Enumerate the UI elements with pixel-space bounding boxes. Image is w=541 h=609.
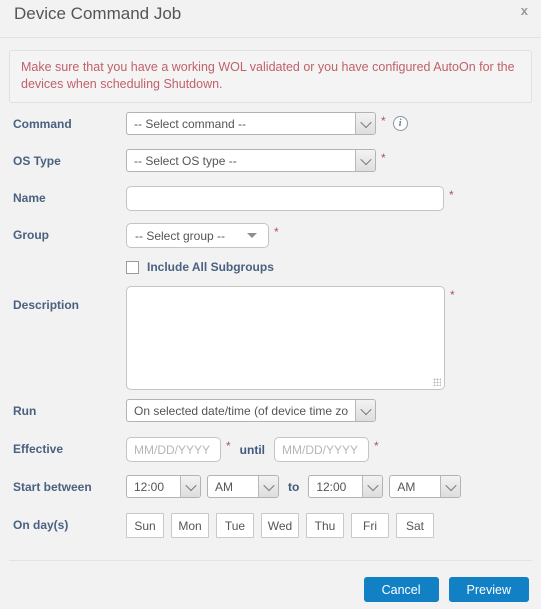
job-form: Command -- Select command -- * i OS Type… xyxy=(0,112,541,542)
group-select-value: -- Select group -- xyxy=(135,228,226,243)
command-required-marker: * xyxy=(381,114,386,128)
group-select[interactable]: -- Select group -- xyxy=(126,223,269,248)
form-row-run: Run On selected date/time (of device tim… xyxy=(0,399,541,428)
day-button-wed[interactable]: Wed xyxy=(261,513,299,538)
description-textarea[interactable] xyxy=(126,286,445,390)
form-row-include-subgroups: Include All Subgroups xyxy=(0,258,541,280)
form-row-description: Description * xyxy=(0,286,541,390)
effective-until-required-marker: * xyxy=(374,439,379,453)
day-button-sun[interactable]: Sun xyxy=(126,513,164,538)
os-type-select-value: -- Select OS type -- xyxy=(134,153,237,168)
start-meridiem-to-value: AM xyxy=(397,479,416,494)
to-label: to xyxy=(288,479,300,494)
chevron-down-icon xyxy=(355,400,375,421)
form-row-on-days: On day(s) Sun Mon Tue Wed Thu Fri Sat xyxy=(0,513,541,542)
start-time-from-select[interactable]: 12:00 xyxy=(126,475,201,498)
chevron-down-icon xyxy=(440,476,461,497)
until-label: until xyxy=(239,442,265,457)
dialog-footer: Cancel Preview xyxy=(363,577,529,602)
run-label: Run xyxy=(13,404,37,418)
include-all-subgroups-label: Include All Subgroups xyxy=(147,260,274,274)
day-button-thu[interactable]: Thu xyxy=(306,513,344,538)
form-row-start-between: Start between 12:00 AM to 12:00 AM xyxy=(0,475,541,504)
os-type-label: OS Type xyxy=(13,154,61,168)
day-button-sat[interactable]: Sat xyxy=(396,513,434,538)
description-label: Description xyxy=(13,298,80,312)
chevron-down-icon xyxy=(362,476,383,497)
close-icon[interactable]: x xyxy=(521,4,528,18)
preview-button[interactable]: Preview xyxy=(448,577,529,602)
name-required-marker: * xyxy=(449,188,454,202)
on-days-label: On day(s) xyxy=(13,518,69,532)
start-meridiem-to-select[interactable]: AM xyxy=(389,475,462,498)
dialog-header: Device Command Job x xyxy=(0,0,541,38)
name-input[interactable] xyxy=(126,186,444,211)
chevron-down-icon xyxy=(355,113,375,134)
command-select-value: -- Select command -- xyxy=(134,116,247,131)
name-label: Name xyxy=(13,191,46,205)
cancel-button[interactable]: Cancel xyxy=(363,577,439,602)
day-button-group: Sun Mon Tue Wed Thu Fri Sat xyxy=(126,513,541,538)
effective-label: Effective xyxy=(13,442,64,456)
start-meridiem-from-value: AM xyxy=(215,479,233,494)
run-select-value: On selected date/time (of device time zo xyxy=(134,403,349,418)
warning-message: Make sure that you have a working WOL va… xyxy=(9,50,532,103)
start-time-from-value: 12:00 xyxy=(134,479,165,494)
chevron-down-icon xyxy=(258,476,278,497)
form-row-effective: Effective * until * xyxy=(0,437,541,466)
start-meridiem-from-select[interactable]: AM xyxy=(207,475,279,498)
chevron-down-icon xyxy=(355,150,375,171)
include-all-subgroups-checkbox[interactable] xyxy=(126,260,139,274)
effective-from-required-marker: * xyxy=(226,439,231,453)
effective-from-date-input[interactable] xyxy=(126,437,221,462)
form-row-os-type: OS Type -- Select OS type -- * xyxy=(0,149,541,178)
day-button-tue[interactable]: Tue xyxy=(216,513,254,538)
start-between-label: Start between xyxy=(13,480,92,494)
group-label: Group xyxy=(13,228,49,242)
form-row-command: Command -- Select command -- * i xyxy=(0,112,541,141)
form-row-group: Group -- Select group -- * xyxy=(0,223,541,252)
description-field-wrap xyxy=(126,286,445,390)
form-row-name: Name * xyxy=(0,186,541,215)
day-button-fri[interactable]: Fri xyxy=(351,513,389,538)
footer-divider xyxy=(9,560,532,561)
info-icon[interactable]: i xyxy=(392,116,408,131)
triangle-down-icon xyxy=(247,233,257,238)
os-type-select[interactable]: -- Select OS type -- xyxy=(126,149,376,172)
group-required-marker: * xyxy=(274,225,279,239)
command-label: Command xyxy=(13,117,72,131)
os-type-required-marker: * xyxy=(381,151,386,165)
command-select[interactable]: -- Select command -- xyxy=(126,112,376,135)
day-button-mon[interactable]: Mon xyxy=(171,513,209,538)
run-select[interactable]: On selected date/time (of device time zo xyxy=(126,399,376,422)
description-required-marker: * xyxy=(450,288,455,302)
start-time-to-value: 12:00 xyxy=(316,479,347,494)
start-time-to-select[interactable]: 12:00 xyxy=(308,475,384,498)
chevron-down-icon xyxy=(180,476,200,497)
effective-until-date-input[interactable] xyxy=(274,437,369,462)
page-title: Device Command Job xyxy=(14,4,182,23)
